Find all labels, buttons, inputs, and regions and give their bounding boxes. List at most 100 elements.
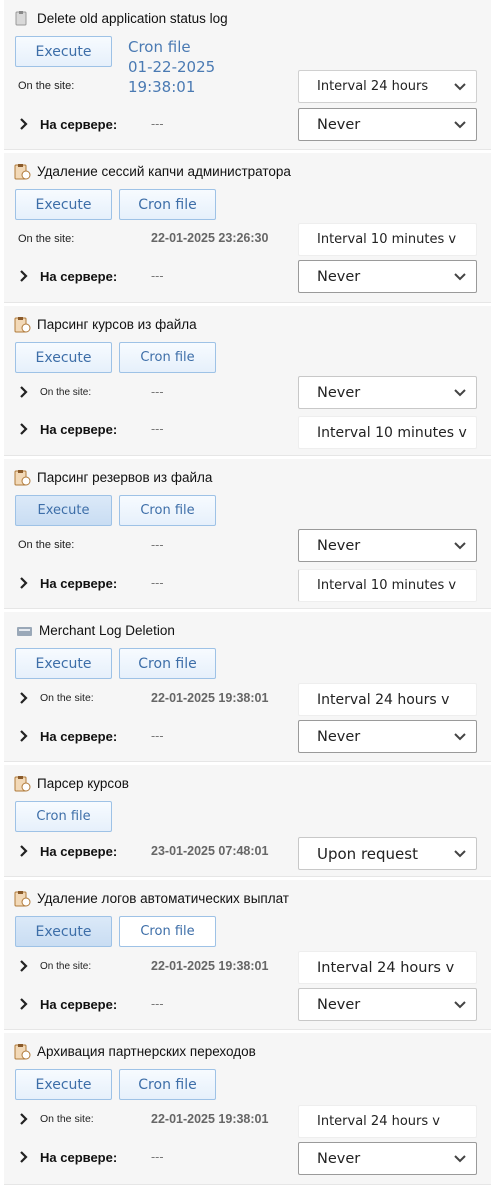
server-row: На сервере:	[18, 1145, 153, 1169]
chevron-right-icon[interactable]	[18, 112, 30, 136]
server-last-run: ---	[151, 117, 164, 131]
task-title: Удаление логов автоматических выплат	[37, 890, 289, 906]
server-row: На сервере:	[18, 992, 153, 1016]
site-interval-value: Interval 24 hours v	[317, 1114, 440, 1129]
server-row: На сервере:	[18, 264, 153, 288]
task-title: Парсер курсов	[37, 775, 129, 791]
site-interval-select[interactable]: Interval 24 hours v	[298, 951, 477, 984]
clipboard-clock-icon	[14, 316, 31, 332]
server-last-run: ---	[151, 576, 164, 590]
clipboard-clock-icon	[15, 10, 27, 25]
execute-button[interactable]: Execute	[15, 916, 112, 947]
task-title: Архивация партнерских переходов	[37, 1043, 256, 1059]
cron-file-button[interactable]: Cron file 01-22-2025 19:38:01	[119, 36, 217, 98]
chevron-right-icon[interactable]	[18, 380, 30, 404]
cron-file-button[interactable]: Cron file	[119, 189, 216, 220]
site-last-run: ---	[151, 538, 164, 552]
server-label: На сервере:	[40, 843, 118, 859]
clipboard-clock-icon	[14, 1043, 31, 1059]
chevron-right-icon[interactable]	[18, 954, 30, 978]
site-last-run: ---	[151, 385, 164, 399]
server-interval-select[interactable]: Upon request	[298, 837, 477, 870]
cron-file-button[interactable]: Cron file	[119, 916, 216, 947]
task-card: Парсинг резервов из файла Execute Cron f…	[4, 459, 491, 609]
site-interval-select[interactable]: Interval 10 minutes v	[298, 223, 477, 256]
server-last-run: ---	[151, 269, 164, 283]
server-label: На сервере:	[40, 1149, 118, 1165]
task-card: Парсер курсов Cron file На сервере: 23-0…	[4, 765, 491, 877]
task-card: Удаление логов автоматических выплат Exe…	[4, 880, 491, 1030]
site-last-run: 22-01-2025 19:38:01	[151, 691, 269, 705]
server-interval-select[interactable]: Interval 10 minutes v	[298, 416, 477, 449]
site-interval-select[interactable]: Never	[298, 376, 477, 409]
server-last-run: ---	[151, 422, 164, 436]
clipboard-clock-icon	[14, 775, 31, 791]
site-row: On the site:	[18, 380, 150, 404]
server-label: На сервере:	[40, 421, 118, 437]
site-interval-select[interactable]: Interval 24 hours	[298, 70, 477, 103]
site-interval-value: Interval 24 hours	[317, 79, 429, 94]
server-row: На сервере:	[18, 839, 153, 863]
site-label: On the site:	[40, 386, 92, 398]
server-interval-value: Never	[317, 116, 361, 133]
server-interval-value: Never	[317, 728, 361, 745]
cron-file-button[interactable]: Cron file	[119, 648, 216, 679]
cron-file-button[interactable]: Cron file	[119, 495, 216, 526]
cron-file-button[interactable]: Cron file	[15, 801, 112, 832]
chevron-right-icon[interactable]	[18, 1145, 30, 1169]
chevron-down-icon	[454, 1155, 466, 1163]
site-last-run: 22-01-2025 19:38:01	[151, 1112, 269, 1126]
server-interval-select[interactable]: Never	[298, 1142, 477, 1175]
server-interval-select[interactable]: Never	[298, 988, 477, 1021]
site-interval-select[interactable]: Never	[298, 529, 477, 562]
server-row: На сервере:	[18, 571, 153, 595]
chevron-down-icon	[454, 273, 466, 281]
site-row: On the site:	[18, 1107, 150, 1131]
server-label: На сервере:	[40, 268, 118, 284]
server-interval-select[interactable]: Interval 10 minutes v	[298, 569, 477, 602]
chevron-right-icon[interactable]	[18, 686, 30, 710]
site-label: On the site:	[40, 960, 92, 972]
server-label: На сервере:	[40, 728, 118, 744]
execute-button[interactable]: Execute	[15, 342, 112, 373]
task-title-row: Парсер курсов	[14, 773, 129, 793]
site-label: On the site:	[40, 692, 94, 704]
site-row: On the site:	[18, 954, 150, 978]
server-interval-value: Never	[317, 996, 361, 1013]
site-label: On the site:	[18, 80, 75, 92]
server-interval-select[interactable]: Never	[298, 720, 477, 753]
site-row: On the site:	[18, 74, 128, 98]
server-interval-select[interactable]: Never	[298, 108, 477, 141]
cron-file-button[interactable]: Cron file	[119, 1069, 216, 1100]
execute-button[interactable]: Execute	[15, 189, 112, 220]
execute-button[interactable]: Execute	[15, 648, 112, 679]
cron-file-button[interactable]: Cron file	[119, 342, 216, 373]
chevron-right-icon[interactable]	[18, 417, 30, 441]
chevron-down-icon	[454, 733, 466, 741]
execute-button[interactable]: Execute	[15, 36, 112, 67]
site-interval-value: Interval 24 hours v	[317, 691, 450, 708]
task-title-row: Удаление логов автоматических выплат	[14, 888, 289, 908]
execute-button[interactable]: Execute	[15, 1069, 112, 1100]
clipboard-clock-icon	[14, 469, 31, 485]
execute-button[interactable]: Execute	[15, 495, 112, 526]
task-card: Удаление сессий капчи администратора Exe…	[4, 153, 491, 303]
server-label: На сервере:	[40, 996, 118, 1012]
chevron-right-icon[interactable]	[18, 992, 30, 1016]
server-last-run: ---	[151, 729, 164, 743]
chevron-right-icon[interactable]	[18, 571, 30, 595]
site-interval-select[interactable]: Interval 24 hours v	[298, 1105, 477, 1138]
server-interval-select[interactable]: Never	[298, 260, 477, 293]
merchant-log-icon	[17, 626, 32, 636]
site-interval-select[interactable]: Interval 24 hours v	[298, 683, 477, 716]
task-title-row: Delete old application status log	[14, 8, 228, 28]
task-title: Удаление сессий капчи администратора	[37, 163, 291, 179]
chevron-right-icon[interactable]	[18, 264, 30, 288]
site-interval-value: Interval 24 hours v	[317, 959, 455, 976]
chevron-right-icon[interactable]	[18, 724, 30, 748]
chevron-right-icon[interactable]	[18, 1107, 30, 1131]
site-row: On the site:	[18, 227, 128, 251]
site-label: On the site:	[18, 233, 75, 245]
chevron-right-icon[interactable]	[18, 839, 30, 863]
server-row: На сервере:	[18, 724, 153, 748]
